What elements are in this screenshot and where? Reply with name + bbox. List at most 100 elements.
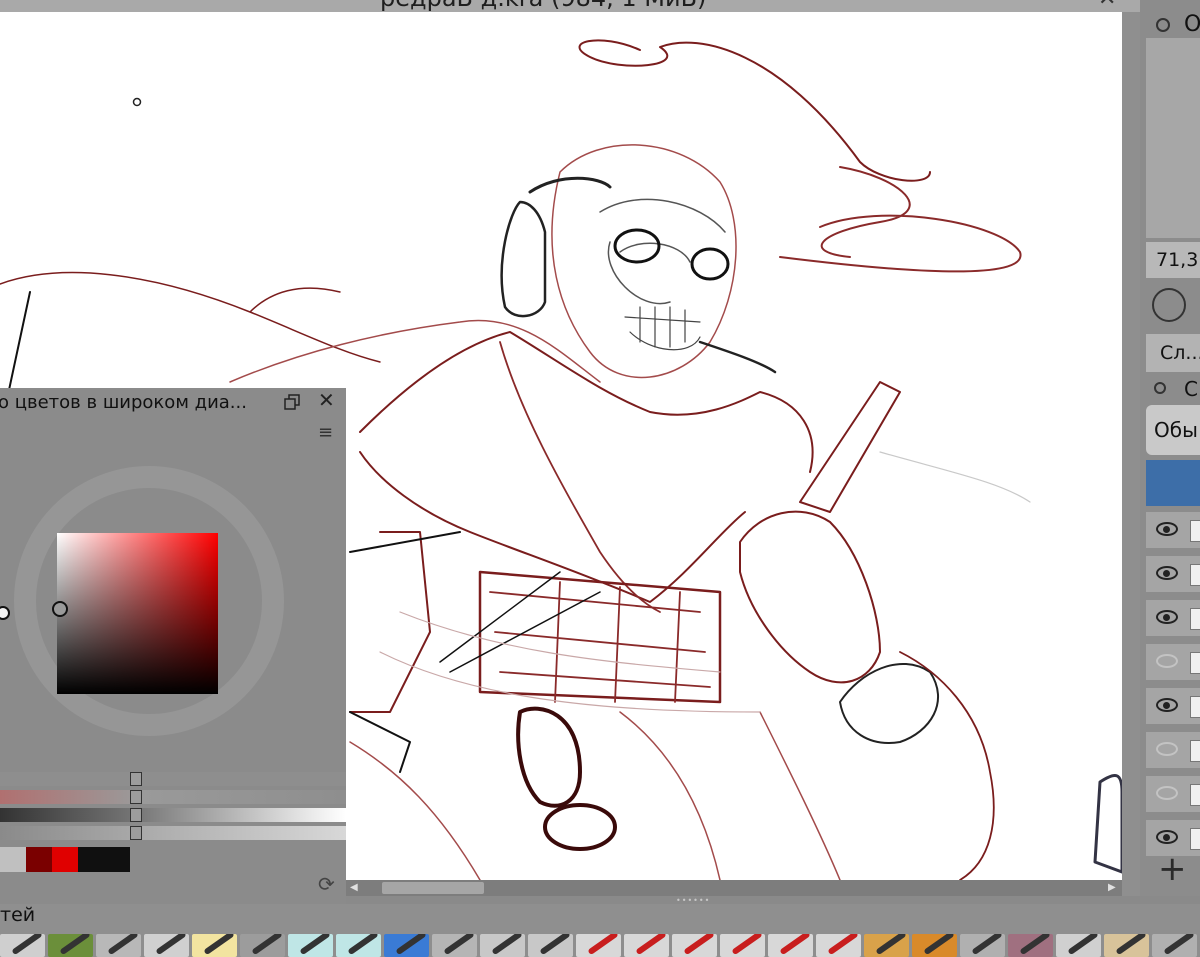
saturation-value-square[interactable] bbox=[57, 533, 218, 694]
docker-title: о цветов в широком диа... bbox=[0, 392, 247, 413]
preset-pen-glyph bbox=[59, 934, 91, 956]
scroll-right-arrow-icon[interactable]: ▶ bbox=[1108, 882, 1116, 893]
preset-pen-glyph bbox=[635, 934, 667, 956]
scrollbar-thumb[interactable] bbox=[382, 882, 484, 894]
color-selector-docker: о цветов в широком диа... ✕ ≡ ⟳ тей bbox=[0, 388, 346, 926]
slider-knob[interactable] bbox=[130, 790, 142, 804]
layer-row[interactable] bbox=[1146, 556, 1200, 594]
sketch-stroke bbox=[499, 341, 661, 613]
hue-ring-handle[interactable] bbox=[0, 606, 10, 620]
visibility-eye-icon[interactable] bbox=[1156, 654, 1178, 668]
red-marker-preset-icon[interactable] bbox=[672, 934, 717, 957]
color-slider[interactable] bbox=[0, 808, 346, 822]
tab-layers[interactable]: Сл... bbox=[1146, 334, 1200, 372]
layer-row[interactable] bbox=[1146, 644, 1200, 682]
canvas-horizontal-scrollbar[interactable] bbox=[346, 880, 1122, 896]
slider-knob[interactable] bbox=[130, 808, 142, 822]
scroll-left-arrow-icon[interactable]: ◀ bbox=[350, 882, 358, 893]
visibility-eye-icon[interactable] bbox=[1156, 566, 1178, 580]
paint-preset-icon[interactable] bbox=[864, 934, 909, 957]
sketch-stroke bbox=[528, 176, 612, 194]
blender-preset-icon[interactable] bbox=[1152, 934, 1197, 957]
window-titlebar: редраВ д.kra (984, 1 MиБ) ✕ bbox=[0, 0, 1140, 12]
rotate-canvas-icon[interactable] bbox=[1152, 288, 1186, 322]
layer-row[interactable] bbox=[1146, 512, 1200, 550]
slider-knob[interactable] bbox=[130, 772, 142, 786]
visibility-eye-icon[interactable] bbox=[1156, 786, 1178, 800]
visibility-eye-icon[interactable] bbox=[1156, 698, 1178, 712]
visibility-eye-icon[interactable] bbox=[1156, 742, 1178, 756]
color-swatch[interactable] bbox=[52, 847, 78, 872]
layer-thumbnail bbox=[1190, 740, 1200, 762]
visibility-eye-icon[interactable] bbox=[1156, 610, 1178, 624]
preset-pen-glyph bbox=[827, 934, 859, 956]
blue-pen-preset-icon[interactable] bbox=[384, 934, 429, 957]
color-slider[interactable] bbox=[0, 790, 346, 804]
blue-brush-preset-icon[interactable] bbox=[480, 934, 525, 957]
preset-pen-glyph bbox=[11, 934, 43, 956]
red-marker-preset-icon[interactable] bbox=[720, 934, 765, 957]
overview-preview[interactable] bbox=[1146, 38, 1200, 238]
layer-row[interactable] bbox=[1146, 776, 1200, 814]
ink-pen-preset-icon[interactable] bbox=[1056, 934, 1101, 957]
yellow-pen-preset-icon[interactable] bbox=[192, 934, 237, 957]
charcoal-preset-icon[interactable] bbox=[240, 934, 285, 957]
selected-layer-row[interactable] bbox=[1146, 460, 1200, 506]
close-docker-icon[interactable]: ✕ bbox=[318, 388, 335, 412]
float-docker-icon[interactable] bbox=[284, 394, 300, 410]
visibility-eye-icon[interactable] bbox=[1156, 830, 1178, 844]
docker-menu-icon[interactable]: ≡ bbox=[318, 424, 333, 442]
window-close-icon[interactable]: ✕ bbox=[1098, 0, 1116, 11]
preset-pen-glyph bbox=[539, 934, 571, 956]
add-layer-button[interactable]: + bbox=[1158, 852, 1187, 886]
pencil-preset-icon[interactable] bbox=[0, 934, 45, 957]
multi-brush-preset-icon[interactable] bbox=[528, 934, 573, 957]
refresh-icon[interactable]: ⟳ bbox=[318, 872, 335, 896]
sketch-stroke bbox=[624, 306, 701, 351]
eraser-preset-icon[interactable] bbox=[1008, 934, 1053, 957]
ink-pen-preset-icon[interactable] bbox=[144, 934, 189, 957]
red-marker-preset-icon[interactable] bbox=[576, 934, 621, 957]
cyan-brush-preset-icon[interactable] bbox=[336, 934, 381, 957]
sketch-stroke bbox=[599, 198, 726, 305]
blend-mode-select[interactable]: Обы bbox=[1146, 405, 1200, 455]
color-swatch[interactable] bbox=[0, 847, 26, 872]
saturation-value-handle[interactable] bbox=[52, 601, 68, 617]
layers-lock-icon[interactable] bbox=[1154, 382, 1166, 394]
zoom-field[interactable]: 71,3 bbox=[1146, 242, 1200, 278]
airbrush-preset-icon[interactable] bbox=[432, 934, 477, 957]
color-swatch[interactable] bbox=[104, 847, 130, 872]
splitter-grip-icon[interactable]: •••••• bbox=[676, 896, 710, 905]
marker-preset-icon[interactable] bbox=[96, 934, 141, 957]
smudge-preset-icon[interactable] bbox=[960, 934, 1005, 957]
docker-lock-icon[interactable] bbox=[1156, 18, 1170, 32]
paint-preset-icon[interactable] bbox=[912, 934, 957, 957]
preset-pen-glyph bbox=[443, 934, 475, 956]
sketch-stroke bbox=[229, 319, 601, 383]
texture-preset-icon[interactable] bbox=[48, 934, 93, 957]
preset-pen-glyph bbox=[1115, 934, 1147, 956]
red-marker-preset-icon[interactable] bbox=[624, 934, 669, 957]
brown-brush-preset-icon[interactable] bbox=[1104, 934, 1149, 957]
preset-pen-glyph bbox=[395, 934, 427, 956]
visibility-eye-icon[interactable] bbox=[1156, 522, 1178, 536]
preset-pen-glyph bbox=[203, 934, 235, 956]
color-swatch[interactable] bbox=[78, 847, 104, 872]
sketch-stroke bbox=[839, 662, 940, 744]
preset-pen-glyph bbox=[107, 934, 139, 956]
layer-row[interactable] bbox=[1146, 688, 1200, 726]
layer-row[interactable] bbox=[1146, 732, 1200, 770]
color-swatch[interactable] bbox=[26, 847, 52, 872]
cyan-brush-preset-icon[interactable] bbox=[288, 934, 333, 957]
layer-thumbnail bbox=[1190, 652, 1200, 674]
layer-row[interactable] bbox=[1146, 600, 1200, 638]
sketch-stroke bbox=[359, 451, 746, 603]
red-marker-preset-icon[interactable] bbox=[816, 934, 861, 957]
color-slider[interactable] bbox=[0, 772, 346, 786]
red-marker-preset-icon[interactable] bbox=[768, 934, 813, 957]
sketch-stroke bbox=[349, 711, 841, 880]
sketch-stroke bbox=[879, 451, 1031, 503]
slider-knob[interactable] bbox=[130, 826, 142, 840]
color-slider[interactable] bbox=[0, 826, 346, 840]
sketch-stroke bbox=[516, 706, 582, 808]
